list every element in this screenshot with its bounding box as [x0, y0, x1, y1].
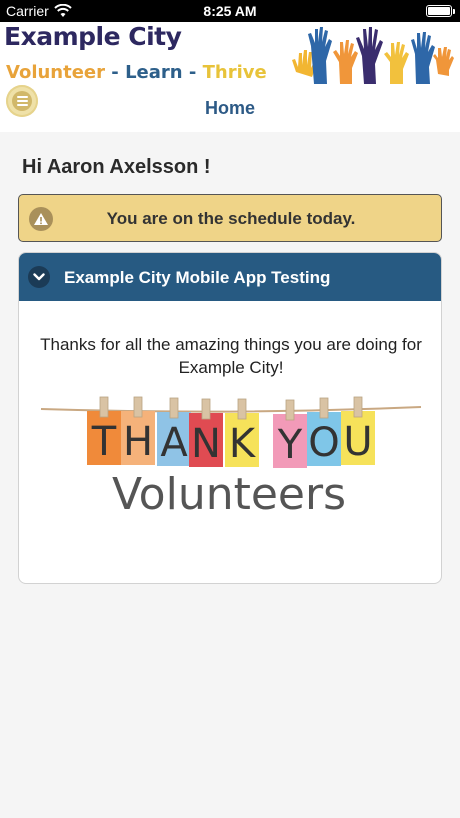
letter-glyph: U [343, 419, 372, 465]
clothespin [99, 396, 109, 418]
card-title: Example City Mobile App Testing [64, 268, 331, 287]
clothespin [319, 397, 329, 419]
clothespin [169, 397, 179, 419]
chevron-down-icon [28, 266, 50, 288]
alert-text: You are on the schedule today. [106, 209, 356, 228]
tagline-separator: - [188, 62, 197, 83]
thank-you-message: Thanks for all the amazing things you ar… [40, 335, 422, 377]
page-title: Home [204, 98, 255, 118]
status-bar: Carrier 8:25 AM [0, 0, 460, 22]
clothespin [133, 396, 143, 418]
battery-icon [426, 5, 455, 17]
raised-hands-logo [292, 27, 454, 84]
letter-glyph: K [229, 421, 257, 467]
clothespin [237, 398, 247, 420]
letter-glyph: N [191, 421, 221, 467]
letter-glyph: T [91, 419, 117, 465]
app-header: Example City Volunteer - Learn - Thrive … [0, 22, 460, 132]
letter-glyph: Y [277, 422, 303, 468]
schedule-alert: You are on the schedule today. [18, 194, 442, 242]
volunteers-script: Volunteers [112, 469, 346, 520]
clock: 8:25 AM [203, 3, 257, 19]
clothespin [201, 398, 211, 420]
thank-you-volunteers-image: THANKYOU Volunteers [40, 396, 422, 520]
letter-glyph: O [308, 420, 339, 466]
card-header[interactable]: Example City Mobile App Testing [19, 253, 441, 301]
tagline-separator: - [111, 62, 119, 83]
clothespin [353, 396, 363, 418]
greeting: Hi Aaron Axelsson ! [22, 156, 211, 178]
collapsible-card: Example City Mobile App Testing Thanks f… [18, 252, 442, 584]
brand-title: Example City [4, 22, 182, 51]
tagline-thrive: Thrive [202, 62, 267, 83]
clothespin [285, 399, 295, 421]
letter-glyph: H [123, 419, 153, 465]
tagline: Volunteer - Learn - Thrive [6, 62, 267, 83]
letter-glyph: A [160, 420, 188, 466]
tagline-volunteer: Volunteer [6, 62, 106, 83]
tagline-learn: Learn [125, 62, 183, 83]
